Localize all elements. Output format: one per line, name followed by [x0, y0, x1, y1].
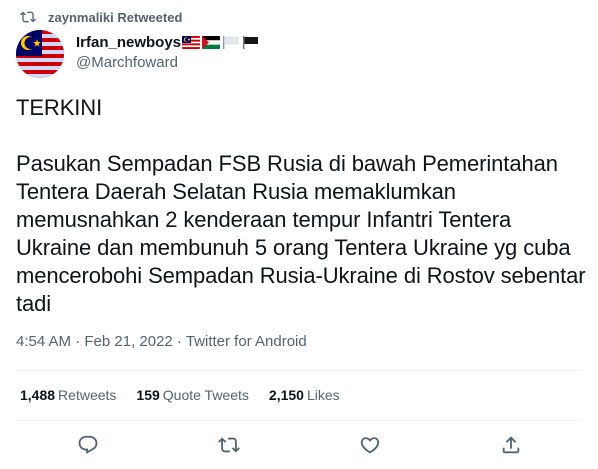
retweet-button[interactable]: [218, 434, 240, 456]
reply-icon: [78, 435, 98, 454]
author-info[interactable]: Irfan_newboys @Marchfoward: [76, 33, 260, 71]
tweet-timestamp-source[interactable]: 4:54 AM · Feb 21, 2022 · Twitter for And…: [16, 333, 307, 350]
divider: [16, 370, 582, 371]
likes-count: 2,150: [268, 387, 304, 403]
retweeted-by-text: zaynmaliki Retweeted: [48, 9, 183, 25]
reply-button[interactable]: [77, 434, 99, 456]
retweets-stat[interactable]: 1,488 Retweets: [20, 387, 116, 403]
share-icon: [502, 436, 520, 454]
quote-tweets-label: Quote Tweets: [162, 387, 249, 403]
black-flag-icon: [242, 35, 260, 49]
display-name[interactable]: Irfan_newboys: [76, 33, 260, 51]
tweet-actions: [0, 434, 598, 458]
engagement-stats: 1,488 Retweets 159 Quote Tweets 2,150 Likes: [20, 387, 360, 403]
likes-stat[interactable]: 2,150 Likes: [269, 387, 340, 403]
display-name-text: Irfan_newboys: [76, 33, 182, 51]
likes-label: Likes: [306, 387, 340, 403]
like-icon: [360, 437, 380, 454]
malaysia-flag-icon: [182, 35, 201, 49]
like-button[interactable]: [359, 434, 381, 456]
retweets-count: 1,488: [20, 387, 56, 403]
user-handle[interactable]: @Marchfoward: [76, 54, 260, 71]
retweets-label: Retweets: [58, 387, 117, 403]
avatar[interactable]: [16, 30, 64, 78]
flag-emojis: [182, 35, 260, 49]
divider: [16, 420, 582, 421]
quote-tweets-stat[interactable]: 159 Quote Tweets: [136, 387, 249, 403]
tweet-text: TERKINI Pasukan Sempadan FSB Rusia di ba…: [16, 95, 586, 316]
retweeted-by-banner[interactable]: zaynmaliki Retweeted: [20, 8, 182, 26]
retweet-icon: [20, 11, 36, 23]
share-button[interactable]: [500, 434, 522, 456]
retweet-icon: [218, 437, 240, 453]
palestine-flag-icon: [202, 35, 221, 49]
white-flag-icon: [222, 35, 240, 49]
quote-tweets-count: 159: [136, 387, 160, 403]
